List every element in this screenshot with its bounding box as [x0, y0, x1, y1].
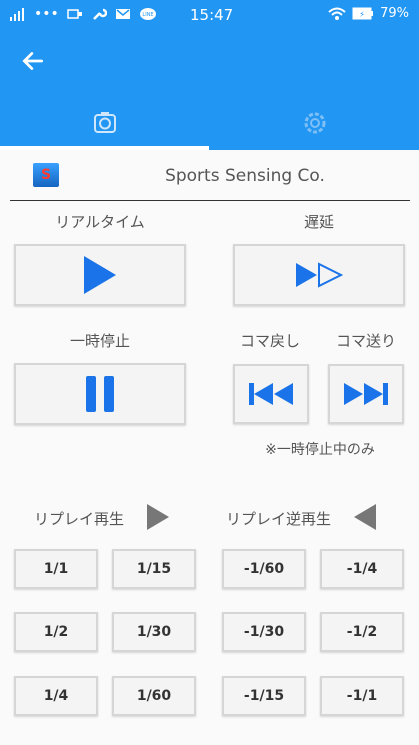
frame-back-button[interactable] — [233, 364, 309, 424]
replay-reverse-icon — [354, 504, 376, 530]
realtime-play-button[interactable] — [14, 244, 186, 306]
reverse-speed-button[interactable]: -1/1 — [320, 676, 404, 716]
svg-text:⚡: ⚡ — [359, 10, 365, 19]
reverse-speed-button[interactable]: -1/4 — [320, 549, 404, 589]
line-app-icon: LINE — [139, 8, 156, 20]
flashlight-icon — [67, 9, 82, 19]
pause-button[interactable] — [14, 363, 186, 425]
frame-forward-label: コマ送り — [335, 332, 396, 350]
camera-icon — [93, 112, 116, 133]
status-bar: ••• LINE 15:47 ⚡ 79% — [0, 0, 419, 30]
replay-speed-button[interactable]: 1/60 — [112, 676, 196, 716]
delay-label: 遅延 — [303, 213, 334, 231]
status-icons-right: ⚡ 79% — [328, 6, 409, 21]
replay-speed-button[interactable]: 1/2 — [14, 612, 98, 652]
tab-settings[interactable] — [210, 96, 419, 150]
realtime-label: リアルタイム — [55, 213, 145, 231]
replay-label: リプレイ再生 — [34, 510, 125, 528]
replay-forward-icon — [147, 504, 169, 530]
wifi-icon — [328, 7, 346, 20]
wrench-icon — [92, 8, 107, 20]
mail-icon — [115, 9, 130, 19]
replay-speed-button[interactable]: 1/15 — [112, 549, 196, 589]
pause-only-note: ※一時停止中のみ — [265, 442, 375, 458]
replay-speed-button[interactable]: 1/1 — [14, 549, 98, 589]
frame-back-label: コマ戻し — [239, 332, 300, 350]
battery-percent: 79% — [380, 6, 409, 21]
skip-back-icon — [249, 383, 293, 405]
frame-forward-button[interactable] — [328, 364, 404, 424]
svg-text:LINE: LINE — [142, 12, 153, 18]
company-name: Sports Sensing Co. — [165, 166, 325, 186]
play-icon — [84, 256, 116, 294]
reverse-speed-button[interactable]: -1/15 — [222, 676, 306, 716]
delay-play-button[interactable] — [233, 244, 405, 306]
app-bar — [0, 30, 419, 150]
company-logo: S — [33, 163, 59, 187]
tab-camera[interactable] — [0, 96, 209, 150]
reverse-speed-button[interactable]: -1/60 — [222, 549, 306, 589]
reverse-speed-button[interactable]: -1/30 — [222, 612, 306, 652]
header-divider — [10, 200, 410, 201]
delayed-play-icon — [296, 262, 343, 288]
replay-reverse-label: リプレイ逆再生 — [226, 510, 332, 528]
status-time: 15:47 — [190, 6, 234, 24]
replay-speed-button[interactable]: 1/30 — [112, 612, 196, 652]
reverse-speed-button[interactable]: -1/2 — [320, 612, 404, 652]
replay-speed-button[interactable]: 1/4 — [14, 676, 98, 716]
settings-icon — [304, 112, 325, 134]
skip-forward-icon — [344, 383, 388, 405]
pause-label: 一時停止 — [69, 332, 130, 350]
back-arrow-icon[interactable] — [20, 48, 46, 74]
status-icons-left: ••• LINE — [10, 6, 157, 22]
battery-icon: ⚡ — [352, 7, 374, 20]
pause-icon — [86, 376, 114, 412]
signal-icon — [10, 8, 24, 21]
more-dots-icon: ••• — [34, 6, 59, 22]
tab-indicator — [0, 146, 209, 150]
